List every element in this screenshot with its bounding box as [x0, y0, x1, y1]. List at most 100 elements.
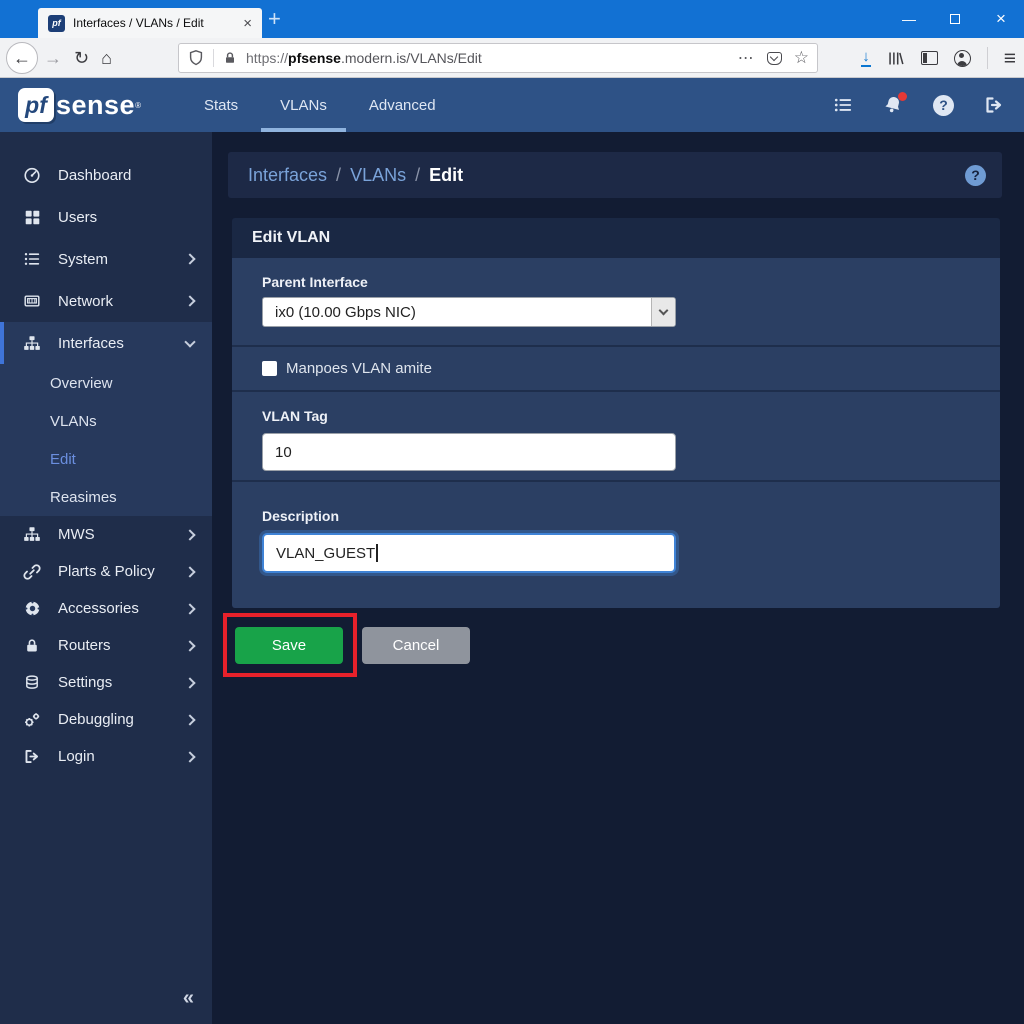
description-label: Description [262, 508, 1000, 524]
sidebar-item-label: Debuggling [58, 711, 186, 728]
sidebar-toggle-icon[interactable] [921, 51, 938, 65]
maximize-icon [950, 14, 960, 24]
address-bar-actions: ⋯ ☆ [738, 48, 809, 68]
lock-icon [22, 637, 42, 654]
sidebar-subitem-label: Reasimes [50, 489, 117, 506]
breadcrumb-help-icon[interactable]: ? [965, 165, 986, 186]
sidebar-subitem-reasimes[interactable]: Reasimes [0, 478, 212, 516]
sidebar-collapse-button[interactable]: « [183, 987, 194, 1010]
toolbar-divider [987, 47, 988, 69]
sidebar-item-label: Settings [58, 674, 186, 691]
vlan-tag-input[interactable] [262, 433, 676, 471]
sidebar-item-dashboard[interactable]: Dashboard [0, 154, 212, 196]
vlan-native-checkbox-label[interactable]: Manpoes VLAN amite [286, 360, 432, 377]
sidebar-item-accessories[interactable]: Accessories [0, 590, 212, 627]
sidebar-item-label: Network [58, 293, 186, 310]
sidebar-item-users[interactable]: Users [0, 196, 212, 238]
chevron-down-icon [659, 306, 669, 316]
nav-item-stats[interactable]: Stats [183, 78, 259, 132]
lock-icon[interactable] [222, 50, 238, 66]
chevron-down-icon [184, 336, 195, 347]
sidebar: Dashboard Users System Network Interface… [0, 132, 212, 1024]
chevron-right-icon [184, 295, 195, 306]
link-icon [22, 563, 42, 581]
sidebar-item-label: Plarts & Policy [58, 563, 186, 580]
library-icon[interactable] [887, 50, 905, 67]
back-button[interactable]: ← [6, 42, 38, 74]
bookmark-star-icon[interactable]: ☆ [794, 48, 809, 68]
url-text[interactable]: https://pfsense.modern.is/VLANs/Edit [246, 50, 730, 66]
account-icon[interactable] [954, 50, 971, 67]
chevron-right-icon [184, 751, 195, 762]
tab-close-icon[interactable]: × [241, 15, 254, 32]
sitemap-icon [22, 335, 42, 352]
nav-item-vlans[interactable]: VLANs [259, 78, 348, 132]
header-logout-icon[interactable] [984, 95, 1004, 115]
list-icon[interactable] [833, 96, 853, 114]
forward-button[interactable]: → [44, 49, 62, 67]
window-minimize-button[interactable]: — [886, 4, 932, 34]
notifications-bell-icon[interactable] [883, 95, 903, 115]
sidebar-item-login[interactable]: Login [0, 738, 212, 775]
breadcrumb-separator: / [415, 165, 420, 186]
select-dropdown-button[interactable] [651, 298, 675, 326]
sidebar-item-plarts-policy[interactable]: Plarts & Policy [0, 553, 212, 590]
breadcrumb-link-vlans[interactable]: VLANs [350, 165, 406, 186]
header-help-icon[interactable]: ? [933, 95, 954, 116]
main-content: Interfaces / VLANs / Edit ? Edit VLAN Pa… [212, 132, 1024, 1024]
sidebar-item-label: Dashboard [58, 167, 194, 184]
breadcrumb-current: Edit [429, 165, 463, 186]
sidebar-item-network[interactable]: Network [0, 280, 212, 322]
sidebar-subitem-edit[interactable]: Edit [0, 440, 212, 478]
cancel-button[interactable]: Cancel [362, 627, 470, 664]
sidebar-item-system[interactable]: System [0, 238, 212, 280]
window-maximize-button[interactable] [932, 4, 978, 34]
sign-out-icon [22, 748, 42, 765]
sidebar-subitem-vlans[interactable]: VLANs [0, 402, 212, 440]
sidebar-item-mws[interactable]: MWS [0, 516, 212, 553]
nav-item-advanced[interactable]: Advanced [348, 78, 457, 132]
breadcrumb: Interfaces / VLANs / Edit ? [228, 152, 1002, 198]
sidebar-item-label: MWS [58, 526, 186, 543]
header-icons: ? [833, 78, 1004, 132]
new-tab-button[interactable]: + [268, 6, 281, 32]
tab-title: Interfaces / VLANs / Edit [73, 16, 241, 30]
chevron-right-icon [184, 677, 195, 688]
vlan-native-checkbox[interactable] [262, 361, 277, 376]
sidebar-item-label: System [58, 251, 186, 268]
sidebar-item-routers[interactable]: Routers [0, 627, 212, 664]
parent-interface-label: Parent Interface [262, 274, 1000, 290]
breadcrumb-link-interfaces[interactable]: Interfaces [248, 165, 327, 186]
users-grid-icon [22, 209, 42, 226]
description-input[interactable]: VLAN_GUEST [262, 533, 676, 573]
refresh-button[interactable]: ↻ [74, 49, 89, 67]
parent-interface-select[interactable]: ix0 (10.00 Gbps NIC) [262, 297, 676, 327]
gears-icon [22, 711, 42, 729]
menu-icon[interactable]: ≡ [1004, 48, 1016, 69]
system-list-icon [22, 251, 42, 267]
chevron-right-icon [184, 566, 195, 577]
window-close-button[interactable]: × [978, 4, 1024, 34]
parent-interface-value: ix0 (10.00 Gbps NIC) [263, 304, 651, 321]
page-actions-icon[interactable]: ⋯ [738, 48, 755, 68]
parent-interface-row: Parent Interface ix0 (10.00 Gbps NIC) [232, 258, 1000, 345]
url-host: pfsense [288, 50, 341, 66]
sidebar-subitem-label: VLANs [50, 413, 97, 430]
sidebar-item-interfaces[interactable]: Interfaces [0, 322, 212, 364]
chevron-right-icon [184, 529, 195, 540]
description-row: Description VLAN_GUEST [232, 480, 1000, 608]
sidebar-item-settings[interactable]: Settings [0, 664, 212, 701]
dashboard-gauge-icon [22, 166, 42, 184]
browser-tab[interactable]: pf Interfaces / VLANs / Edit × [38, 8, 262, 38]
tracking-shield-icon[interactable] [187, 49, 205, 67]
text-cursor [376, 544, 378, 562]
pfsense-favicon: pf [48, 15, 65, 32]
pfsense-logo[interactable]: pf sense ® [18, 88, 141, 122]
sidebar-subitem-overview[interactable]: Overview [0, 364, 212, 402]
home-button[interactable]: ⌂ [101, 49, 112, 67]
chevron-right-icon [184, 253, 195, 264]
pocket-icon[interactable] [767, 52, 782, 65]
address-bar[interactable]: https://pfsense.modern.is/VLANs/Edit ⋯ ☆ [178, 43, 818, 73]
downloads-icon[interactable]: ↓ [861, 49, 871, 67]
sidebar-item-debuggling[interactable]: Debuggling [0, 701, 212, 738]
